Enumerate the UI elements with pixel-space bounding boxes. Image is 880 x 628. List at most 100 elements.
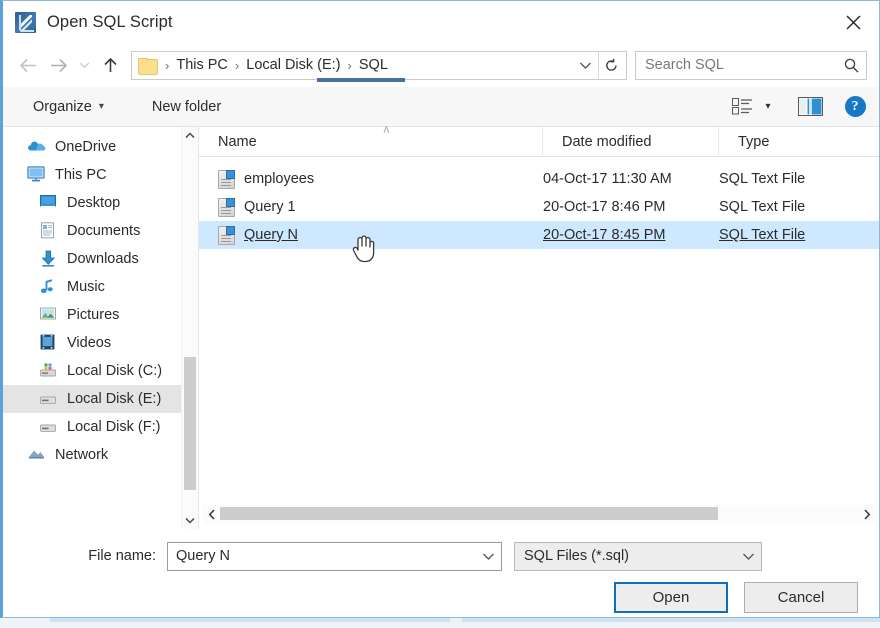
sidebar-item-label: Network [55,447,109,463]
file-type-cell: SQL Text File [719,199,806,215]
column-header-name[interactable]: Name [199,126,543,157]
dialog-footer: File name: SQL Files (*.sql) Ope [3,529,879,617]
this-pc-monitor-icon [27,166,46,184]
desktop-background-strip [0,618,880,628]
sidebar-item-label: This PC [55,167,107,183]
sidebar-item-label: Downloads [67,251,139,267]
column-header-label: Type [738,133,770,150]
sidebar-item-desktop[interactable]: Desktop [3,189,198,217]
chevron-down-icon [482,553,494,560]
drive-icon [39,418,58,436]
recent-locations-button[interactable] [73,50,95,80]
up-button[interactable] [95,50,125,80]
column-header-label: Name [218,133,257,150]
table-row[interactable]: employees 04-Oct-17 11:30 AM SQL Text Fi… [199,165,879,193]
navigation-list: OneDrive This PC Desktop Documents Downl… [3,127,198,469]
sidebar-item-local-disk-e[interactable]: Local Disk (E:) [3,385,198,413]
file-type-cell: SQL Text File [719,227,806,243]
file-name-label: employees [244,171,315,187]
chevron-down-icon [742,553,754,560]
file-name-combobox[interactable] [167,541,502,571]
dialog-body: OneDrive This PC Desktop Documents Downl… [3,122,879,529]
sidebar-item-music[interactable]: Music [3,273,198,301]
refresh-button[interactable] [598,51,624,79]
new-folder-label: New folder [151,98,222,115]
preview-pane-button[interactable] [795,94,825,120]
file-name-input[interactable] [176,548,475,564]
search-icon[interactable] [843,57,860,74]
music-note-icon [39,278,58,296]
open-button[interactable]: Open [614,582,728,613]
file-name-label: File name: [88,548,156,564]
sidebar-item-videos[interactable]: Videos [3,329,198,357]
search-box[interactable] [635,50,867,80]
file-name-label: Query 1 [244,199,296,215]
back-button[interactable] [13,50,43,80]
sidebar-scroll-up-button[interactable] [182,127,199,144]
breadcrumb-item-local-disk-e[interactable]: Local Disk (E:) [246,57,340,73]
address-bar: › This PC › Local Disk (E:) › SQL [3,43,879,87]
breadcrumb-item-sql[interactable]: SQL [359,57,388,73]
taskbar-segment [462,618,880,622]
sidebar-item-local-disk-f[interactable]: Local Disk (F:) [3,413,198,441]
sidebar-item-documents[interactable]: Documents [3,217,198,245]
sidebar-scrollbar[interactable] [181,127,198,529]
sidebar-scroll-track[interactable] [182,144,198,512]
hscroll-thumb[interactable] [220,507,718,520]
sql-script-icon [15,11,36,33]
view-options-button[interactable] [727,94,757,120]
file-list-pane: Name Date modified Type ∧ employees 04-O… [199,122,879,529]
sidebar-scroll-thumb[interactable] [184,357,196,490]
table-row[interactable]: Query N 20-Oct-17 8:45 PM SQL Text File [199,221,879,263]
system-drive-icon [39,362,58,380]
help-button[interactable]: ? [843,94,867,120]
sidebar-item-pictures[interactable]: Pictures [3,301,198,329]
refresh-icon [606,58,617,71]
table-row[interactable]: Query 1 20-Oct-17 8:46 PM SQL Text File [199,193,879,221]
forward-button[interactable] [43,50,73,80]
file-list-horizontal-scrollbar[interactable] [203,505,875,523]
close-icon [845,14,861,30]
file-name-dropdown-button[interactable] [475,543,501,570]
sidebar-scroll-down-button[interactable] [182,512,199,529]
organize-button[interactable]: Organize ▾ [25,95,112,119]
organize-label: Organize [33,98,92,115]
breadcrumb-item-this-pc[interactable]: This PC [176,57,228,73]
new-folder-button[interactable]: New folder [144,95,229,119]
sidebar-item-local-disk-c[interactable]: Local Disk (C:) [3,357,198,385]
title-bar: Open SQL Script [3,1,879,43]
chevron-down-icon: ▾ [98,101,104,112]
column-header-type[interactable]: Type [719,127,879,157]
sidebar-item-label: Documents [67,223,141,239]
sidebar-item-downloads[interactable]: Downloads [3,245,198,273]
chevron-down-icon [579,62,591,69]
forward-arrow-icon [50,58,67,72]
help-icon: ? [844,96,866,117]
breadcrumb[interactable]: › This PC › Local Disk (E:) › SQL [131,50,627,82]
sql-file-icon [218,169,235,189]
sidebar-item-label: Local Disk (F:) [67,419,161,435]
search-input[interactable] [645,57,843,73]
file-date-cell: 20-Oct-17 8:45 PM [543,227,666,243]
column-header-date-modified[interactable]: Date modified [543,126,719,157]
hand-cursor-icon [352,235,375,263]
file-type-filter-select[interactable]: SQL Files (*.sql) [514,541,762,571]
close-button[interactable] [827,1,879,43]
file-type-filter-dropdown-button[interactable] [735,543,761,570]
open-file-dialog: Open SQL Script › This PC › Local Disk (… [0,0,880,618]
sidebar-item-onedrive[interactable]: OneDrive [3,133,198,161]
drive-icon [39,390,58,408]
onedrive-cloud-icon [27,138,46,156]
dialog-buttons: Open Cancel [21,582,861,613]
breadcrumb-dropdown-button[interactable] [572,52,598,79]
cancel-button[interactable]: Cancel [744,582,858,613]
hscroll-track[interactable] [220,505,858,523]
command-bar: Organize ▾ New folder ▾ ? [3,87,879,127]
taskbar-segment [50,618,450,622]
view-options-dropdown[interactable]: ▾ [757,94,779,120]
file-date-cell: 20-Oct-17 8:46 PM [543,199,666,215]
sidebar-item-this-pc[interactable]: This PC [3,161,198,189]
hscroll-right-button[interactable] [858,505,875,523]
hscroll-left-button[interactable] [203,505,220,523]
sidebar-item-network[interactable]: Network [3,441,198,469]
